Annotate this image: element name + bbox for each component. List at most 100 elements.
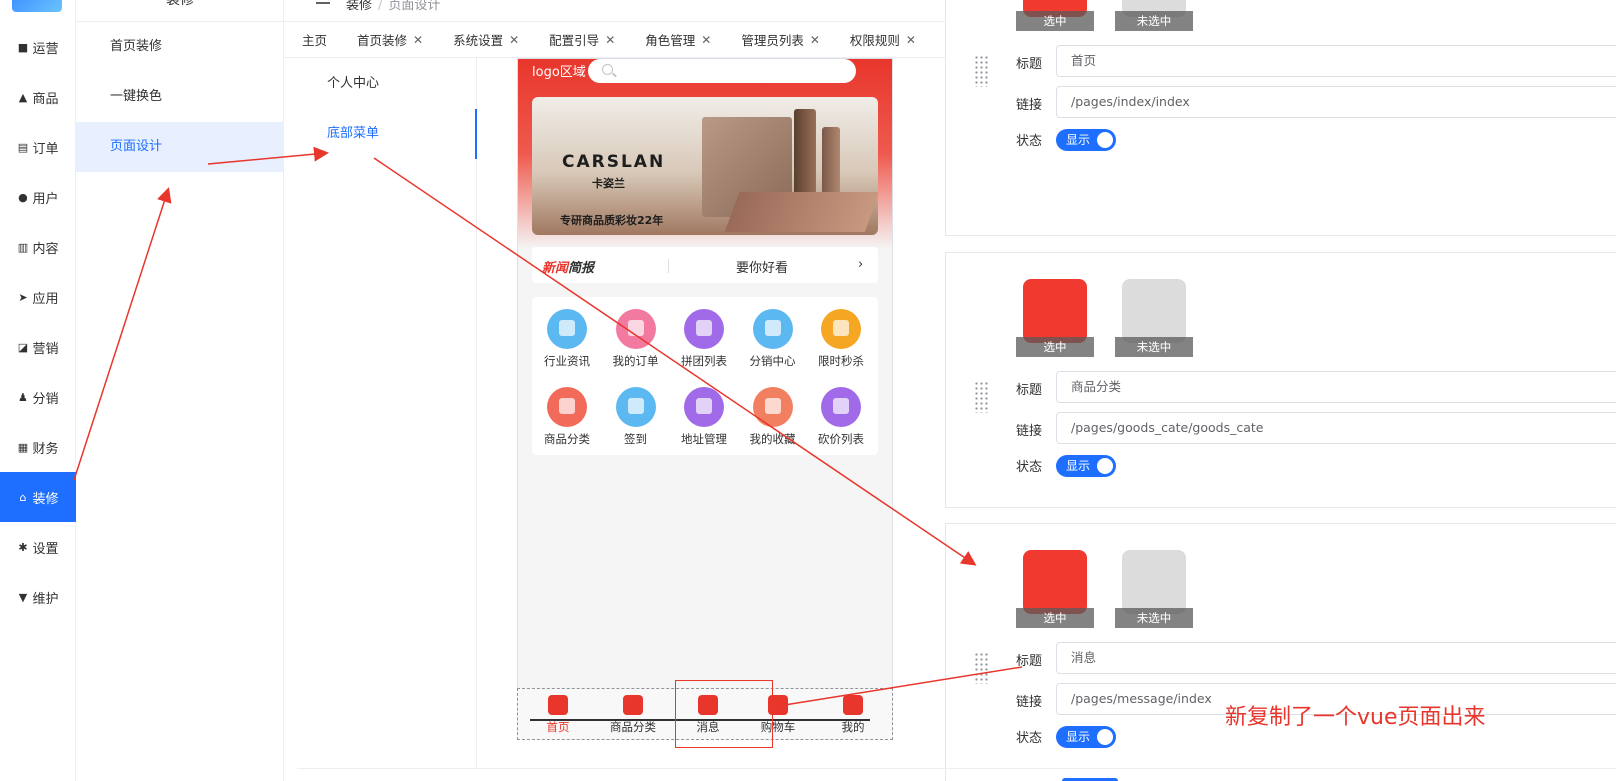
- breadcrumb: 装修 / 页面设计: [346, 0, 440, 13]
- nav-item-label: 装修: [32, 491, 59, 507]
- home-icon: ⌂: [19, 490, 27, 504]
- status-toggle[interactable]: 显示: [1056, 129, 1116, 151]
- tab-6[interactable]: 权限规则 ✕: [850, 30, 916, 49]
- nav-item-1[interactable]: ▲ 商品: [0, 72, 76, 122]
- grid-item-8[interactable]: 我的收藏: [740, 379, 806, 451]
- tabbar-item-4[interactable]: 我的: [818, 695, 888, 735]
- tab-5[interactable]: 管理员列表 ✕: [741, 30, 820, 49]
- submenu-item-1[interactable]: 一键换色: [76, 72, 284, 122]
- nav-item-9[interactable]: ⌂ 装修: [0, 472, 76, 522]
- nav-item-2[interactable]: ▤ 订单: [0, 122, 76, 172]
- title-label: 标题: [1016, 383, 1043, 398]
- grid-item-7[interactable]: 地址管理: [671, 379, 737, 451]
- submenu-item-0[interactable]: 首页装修: [76, 22, 284, 72]
- grid-item-label: 行业资讯: [544, 354, 590, 368]
- tab-1[interactable]: 首页装修 ✕: [357, 30, 423, 49]
- title-input[interactable]: 消息: [1056, 642, 1616, 674]
- drag-handle-icon[interactable]: [974, 652, 988, 684]
- link-input[interactable]: /pages/goods_cate/goods_cate: [1056, 412, 1616, 444]
- nav-item-11[interactable]: ▼ 维护: [0, 572, 76, 622]
- chart-icon: ◪: [17, 340, 29, 354]
- news-text: 要你好看: [736, 261, 789, 276]
- wrench-icon: ▼: [18, 590, 28, 604]
- grid-item-9[interactable]: 砍价列表: [808, 379, 874, 451]
- gear-icon: ✱: [18, 540, 28, 554]
- grid-item-5[interactable]: 商品分类: [534, 379, 600, 451]
- selected-icon-uploader[interactable]: 选中: [1016, 550, 1094, 628]
- selected-icon-uploader[interactable]: 选中: [1016, 0, 1094, 31]
- grid-item-6[interactable]: 签到: [603, 379, 669, 451]
- grid-item-label: 砍价列表: [818, 432, 864, 446]
- tab-4[interactable]: 角色管理 ✕: [645, 30, 711, 49]
- primary-nav: ■ 运营 ▲ 商品 ▤ 订单 ● 用户 ▥ 内容 ➤ 应用 ◪ 营销 ♟ 分销 ▦ 财务 ⌂ 装修 ✱ 设置 ▼ 维护: [0, 0, 76, 781]
- close-icon[interactable]: ✕: [413, 33, 423, 47]
- grid-item-icon: [615, 309, 656, 349]
- selected-caption: 选中: [1016, 337, 1094, 357]
- selected-caption: 选中: [1016, 11, 1094, 31]
- grid-item-icon: [615, 387, 656, 427]
- news-bar[interactable]: 新闻简报 要你好看 ›: [532, 247, 878, 283]
- app-logo[interactable]: [12, 0, 62, 12]
- close-icon[interactable]: ✕: [906, 33, 916, 47]
- person-icon: ♟: [18, 390, 28, 404]
- nav-item-8[interactable]: ▦ 财务: [0, 422, 76, 472]
- status-toggle[interactable]: 显示: [1056, 726, 1116, 748]
- tabbar-item-0[interactable]: 首页: [523, 695, 593, 735]
- nav-item-6[interactable]: ◪ 营销: [0, 322, 76, 372]
- drag-handle-icon[interactable]: [974, 381, 988, 413]
- grid-item-icon: [684, 387, 724, 427]
- library-icon: ▥: [17, 240, 29, 254]
- category-icon: [1023, 279, 1087, 343]
- title-input[interactable]: 首页: [1056, 45, 1616, 77]
- breadcrumb-current: 页面设计: [388, 0, 441, 13]
- unselected-icon-uploader[interactable]: 未选中: [1115, 0, 1193, 31]
- logo-area[interactable]: logo区域: [532, 61, 586, 80]
- unselected-icon-uploader[interactable]: 未选中: [1115, 550, 1193, 628]
- nav-item-label: 营销: [32, 341, 59, 357]
- news-divider: [668, 259, 669, 273]
- nav-item-3[interactable]: ● 用户: [0, 172, 76, 222]
- grid-item-label: 商品分类: [544, 432, 590, 446]
- tab-0[interactable]: 主页: [302, 30, 327, 49]
- tab-3[interactable]: 配置引导 ✕: [549, 30, 615, 49]
- grid-item-1[interactable]: 我的订单: [603, 301, 669, 373]
- nav-item-label: 设置: [32, 541, 59, 557]
- grid-icon: ■: [17, 40, 29, 54]
- tab-2[interactable]: 系统设置 ✕: [453, 30, 519, 49]
- grid-item-label: 签到: [624, 432, 647, 446]
- close-icon[interactable]: ✕: [605, 33, 615, 47]
- selected-icon-uploader[interactable]: 选中: [1016, 279, 1094, 357]
- close-icon[interactable]: ✕: [509, 33, 519, 47]
- nav-item-4[interactable]: ▥ 内容: [0, 222, 76, 272]
- search-bar[interactable]: [588, 59, 856, 83]
- grid-item-4[interactable]: 限时秒杀: [808, 301, 874, 373]
- submenu-item-2[interactable]: 页面设计: [76, 122, 284, 172]
- bottom-divider: [297, 768, 1616, 769]
- nav-item-label: 内容: [32, 241, 59, 257]
- tab-label: 首页装修: [357, 33, 408, 48]
- page-list-item-0[interactable]: 个人中心: [297, 59, 477, 109]
- grid-item-0[interactable]: 行业资讯: [534, 301, 600, 373]
- close-icon[interactable]: ✕: [701, 33, 711, 47]
- tabbar-item-label: 首页: [546, 720, 570, 734]
- grid-item-3[interactable]: 分销中心: [740, 301, 806, 373]
- banner[interactable]: CARSLAN 卡姿兰 专研商品质彩妆22年: [532, 97, 878, 235]
- drag-handle-icon[interactable]: [974, 55, 988, 87]
- page-list-item-1[interactable]: 底部菜单: [297, 109, 477, 159]
- nav-item-5[interactable]: ➤ 应用: [0, 272, 76, 322]
- user-icon: ●: [18, 190, 28, 204]
- title-input[interactable]: 商品分类: [1056, 371, 1616, 403]
- link-input[interactable]: /pages/index/index: [1056, 86, 1616, 118]
- grid-item-icon: [547, 309, 587, 349]
- close-icon[interactable]: ✕: [810, 33, 820, 47]
- nav-item-10[interactable]: ✱ 设置: [0, 522, 76, 572]
- breadcrumb-item[interactable]: 装修: [346, 0, 372, 13]
- nav-item-0[interactable]: ■ 运营: [0, 22, 76, 72]
- grid-item-2[interactable]: 拼团列表: [671, 301, 737, 373]
- grid-item-icon: [821, 387, 861, 427]
- status-toggle[interactable]: 显示: [1056, 455, 1116, 477]
- unselected-icon-uploader[interactable]: 未选中: [1115, 279, 1193, 357]
- tabbar-item-1[interactable]: 商品分类: [598, 695, 668, 735]
- nav-item-7[interactable]: ♟ 分销: [0, 372, 76, 422]
- tab-label: 系统设置: [453, 33, 504, 48]
